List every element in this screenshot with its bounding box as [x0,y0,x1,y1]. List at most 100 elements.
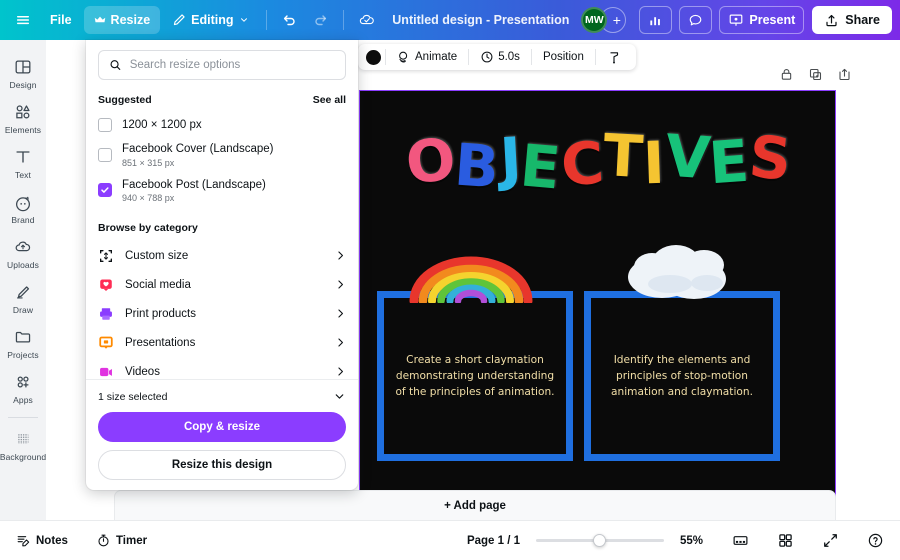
document-title[interactable]: Untitled design - Presentation [392,13,569,27]
insights-button[interactable] [639,6,673,34]
present-label: Present [749,13,796,27]
zoom-slider-thumb[interactable] [593,534,606,547]
transparency-button[interactable] [600,46,628,68]
resize-this-design-button[interactable]: Resize this design [98,450,346,480]
help-button[interactable] [861,528,890,553]
selected-sizes-row[interactable]: 1 size selected [98,388,346,412]
export-icon[interactable] [837,67,852,82]
search-input[interactable] [129,59,335,71]
sidebar-item-apps[interactable]: Apps [0,365,46,410]
category-custom-size[interactable]: Custom size [98,241,346,270]
chevron-right-icon [338,309,344,318]
category-label: Print products [125,307,196,320]
size-option-row[interactable]: Facebook Cover (Landscape) 851 × 315 px [98,137,346,172]
brand-crown-icon [94,16,105,23]
animate-icon [399,51,408,63]
sidebar-item-draw[interactable]: Draw [0,275,46,320]
canva-editor-window: File Resize Editing Untitled design - Pr… [0,0,900,560]
lock-icon[interactable] [779,67,794,82]
canvas-quick-tools [779,67,852,82]
toolbar-divider-1 [385,49,386,65]
element-toolbar: Animate 5.0s Position [358,44,636,70]
chevron-down-icon[interactable] [333,390,346,403]
size-option-row[interactable]: 1200 × 1200 px [98,113,346,137]
editing-label: Editing [191,13,234,27]
size-option-row[interactable]: Facebook Post (Landscape) 940 × 788 px [98,173,346,208]
duplicate-icon[interactable] [808,67,823,82]
objective-frame-left[interactable]: Create a short claymation demonstrating … [377,291,573,461]
clay-rainbow-image[interactable] [408,239,534,303]
notes-button[interactable]: Notes [10,529,74,552]
sidebar-item-elements[interactable]: Elements [0,95,46,140]
slide-canvas[interactable]: O B J E C T I V E S Create a short claym… [359,90,836,500]
sidebar-item-uploads[interactable]: Uploads [0,230,46,275]
videos-icon [100,367,112,376]
editing-mode-button[interactable]: Editing [162,6,258,34]
size-checkbox[interactable] [98,118,112,133]
redo-button[interactable] [306,6,336,34]
timer-button[interactable]: Timer [90,529,153,552]
clay-letter: B [452,130,502,202]
toolbar-divider-2 [468,49,470,65]
animate-button[interactable]: Animate [390,46,464,68]
chevron-right-icon [338,251,344,260]
see-all-link[interactable]: See all [313,94,346,106]
category-videos[interactable]: Videos [98,357,346,379]
clay-letter: C [558,128,606,200]
pages-view-button[interactable] [771,528,800,553]
comments-button[interactable] [679,6,713,34]
size-option-info: Facebook Post (Landscape) 940 × 788 px [122,178,266,203]
main-menu-button[interactable] [8,6,38,34]
fullscreen-button[interactable] [816,528,845,553]
undo-icon [283,15,295,26]
sidebar-item-projects[interactable]: Projects [0,320,46,365]
copy-and-resize-button[interactable]: Copy & resize [98,412,346,442]
sidebar-item-background[interactable]: Background [0,422,46,467]
bottom-status-bar: Notes Timer Page 1 / 1 55% [0,520,900,560]
grid-view-icon [733,536,748,545]
category-print-products[interactable]: Print products [98,299,346,328]
chevron-right-icon [338,280,344,289]
category-label: Custom size [125,249,189,262]
duration-button[interactable]: 5.0s [473,46,527,68]
objective-text: Create a short claymation demonstrating … [395,354,555,398]
file-menu-button[interactable]: File [40,6,82,34]
size-checkbox-checked[interactable] [98,183,112,198]
share-button[interactable]: Share [812,6,892,34]
comment-bubble-icon [690,14,702,25]
category-presentations[interactable]: Presentations [98,328,346,357]
search-resize-box[interactable] [98,50,346,80]
social-media-icon [100,279,112,291]
duration-label: 5.0s [498,51,520,63]
objective-frame-right[interactable]: Identify the elements and principles of … [584,291,780,461]
clay-letter: V [662,121,713,193]
chevron-right-icon [338,338,344,347]
add-page-button[interactable]: + Add page [114,490,836,520]
resize-panel-footer: 1 size selected Copy & resize Resize thi… [86,379,358,490]
sidebar-item-design[interactable]: Design [0,50,46,95]
clay-cloud-image[interactable] [622,237,742,303]
redo-icon [314,15,326,26]
sidebar-item-brand[interactable]: Brand [0,185,46,230]
size-checkbox[interactable] [98,148,112,163]
browse-section-header: Browse by category [98,222,346,234]
sidebar-item-text[interactable]: Text [0,140,46,185]
suggested-section-header: Suggested See all [98,94,346,106]
zoom-slider[interactable] [536,534,664,548]
grid-view-button[interactable] [726,528,755,553]
sidebar-item-label: Draw [12,305,34,315]
clay-letter: E [517,131,564,203]
present-button[interactable]: Present [719,6,805,34]
file-label: File [50,13,72,27]
draw-pencil-icon [16,286,30,299]
suggested-title: Suggested [98,94,152,106]
resize-button[interactable]: Resize [83,6,161,34]
position-button[interactable]: Position [536,46,591,68]
undo-button[interactable] [274,6,304,34]
cloud-save-status-button[interactable] [351,6,383,34]
checkmark-icon [101,187,109,194]
color-swatch-button[interactable] [366,49,381,65]
size-name: 1200 × 1200 px [122,119,202,131]
share-label: Share [845,13,880,27]
category-social-media[interactable]: Social media [98,270,346,299]
